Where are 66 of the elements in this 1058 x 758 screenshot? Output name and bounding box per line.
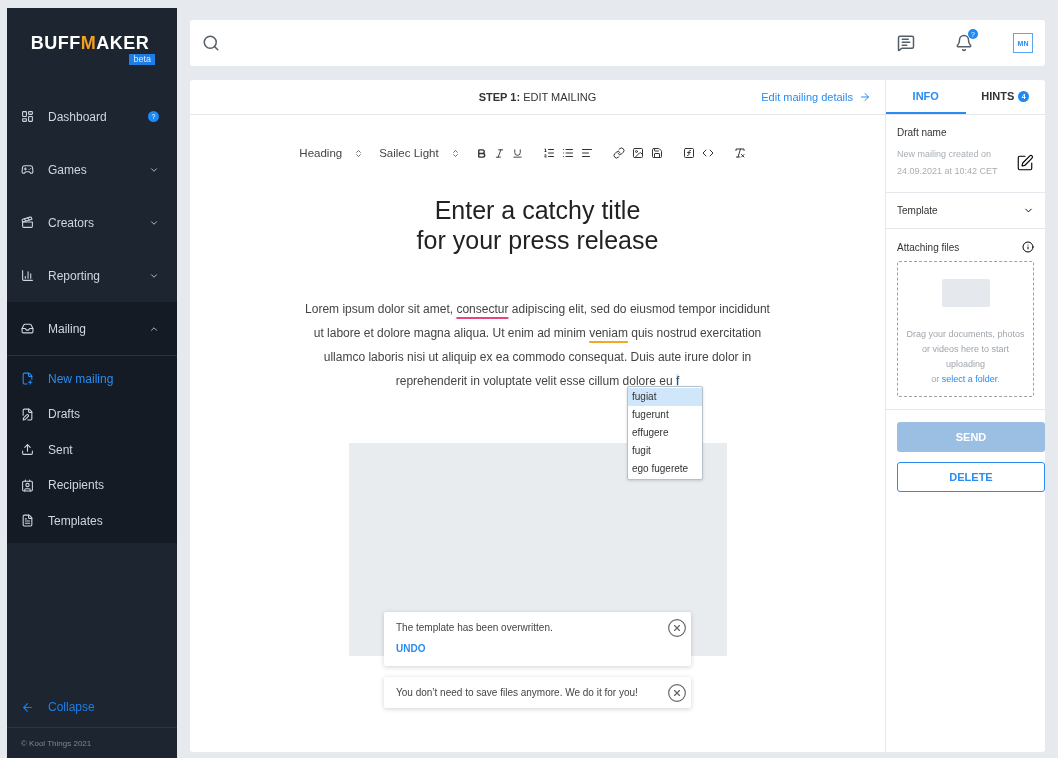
- video-icon: [21, 216, 34, 229]
- file-pen-icon: [21, 407, 34, 421]
- updown-icon: [354, 148, 364, 158]
- function-icon[interactable]: [682, 147, 695, 159]
- collapse-button[interactable]: Collapse: [7, 687, 177, 727]
- sidebar-subitem[interactable]: Recipients: [7, 467, 177, 503]
- sidebar-subitem[interactable]: Drafts: [7, 396, 177, 432]
- italic-icon[interactable]: [493, 147, 505, 159]
- arrow-left-icon: [21, 700, 34, 714]
- field-label: Draft name: [897, 127, 948, 138]
- close-icon[interactable]: [667, 618, 687, 638]
- drop-hint: Drag your documents, photos or videos here to start uploading or select a folder.: [905, 328, 1026, 386]
- align-left-icon[interactable]: [580, 147, 593, 159]
- document-icon: [21, 514, 34, 528]
- toast-message: The template has been overwritten.: [396, 622, 554, 633]
- inbox-icon: [21, 322, 34, 335]
- close-icon[interactable]: [667, 683, 687, 703]
- search-icon[interactable]: [202, 34, 220, 52]
- beta-badge: beta: [129, 54, 155, 65]
- bar-chart-icon: [21, 269, 34, 282]
- sidebar-item[interactable]: Creators: [7, 196, 177, 249]
- ordered-list-icon[interactable]: [542, 147, 555, 159]
- logo: BUFFMAKER: [30, 33, 150, 54]
- block-select[interactable]: Heading: [299, 147, 364, 159]
- suggestion-item[interactable]: ego fugerete: [628, 460, 702, 478]
- tab[interactable]: INFO: [886, 80, 966, 114]
- mailing-title: Enter a catchy title for your press release: [416, 195, 659, 255]
- info-icon[interactable]: [1022, 241, 1034, 253]
- file-plus-icon: [21, 372, 34, 386]
- contact-icon: [21, 478, 34, 492]
- link-icon[interactable]: [612, 147, 625, 159]
- toast-message: You don’t need to save files anymore. We do it for you!: [396, 687, 639, 698]
- clear-format-icon[interactable]: [733, 147, 746, 159]
- template-select[interactable]: Template: [897, 205, 938, 216]
- save-icon[interactable]: [650, 147, 663, 159]
- sidebar-subitem[interactable]: Templates: [7, 503, 177, 539]
- sidebar-item[interactable]: Games: [7, 143, 177, 196]
- font-select[interactable]: Sailec Light: [379, 147, 460, 159]
- sidebar-subitem[interactable]: Sent: [7, 432, 177, 468]
- edit-icon[interactable]: [1016, 154, 1034, 172]
- code-icon[interactable]: [701, 147, 714, 159]
- drop-zone[interactable]: Drag your documents, photos or videos here to start uploading or select a folder.: [897, 261, 1034, 397]
- step-title: STEP 1: EDIT MAILING: [478, 91, 597, 103]
- sidebar-item[interactable]: Reporting: [7, 249, 177, 302]
- bullet-list-icon[interactable]: [561, 147, 574, 159]
- draft-name: New mailing created on 24.09.2021 at 10:42 CET: [897, 148, 999, 178]
- image-icon[interactable]: [631, 147, 644, 159]
- field-label: Attaching files: [897, 241, 960, 253]
- gamepad-icon: [21, 163, 34, 176]
- details-link[interactable]: Edit mailing details: [761, 91, 871, 103]
- updown-icon: [450, 148, 460, 158]
- sidebar-item[interactable]: Mailing: [7, 302, 177, 355]
- dashboard-icon: [21, 110, 34, 123]
- suggestion-item[interactable]: fugit: [628, 442, 702, 460]
- message-icon[interactable]: [897, 34, 915, 52]
- underline-icon[interactable]: [511, 147, 523, 159]
- upload-icon: [21, 443, 34, 457]
- arrow-right-icon: [859, 91, 871, 103]
- bold-icon[interactable]: [475, 147, 487, 159]
- suggestion-item[interactable]: effugere: [628, 424, 702, 442]
- suggestion-item[interactable]: fugiat: [628, 388, 702, 406]
- suggestion-item[interactable]: fugerunt: [628, 406, 702, 424]
- sidebar-subitem[interactable]: New mailing: [7, 361, 177, 397]
- bell-icon[interactable]: [955, 34, 973, 52]
- file-placeholder-icon: [941, 279, 990, 307]
- copyright: © Kool Things 2021: [21, 738, 92, 748]
